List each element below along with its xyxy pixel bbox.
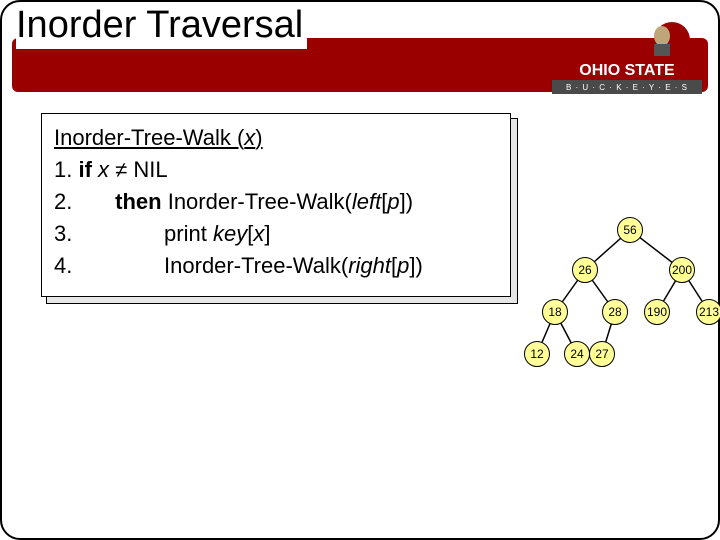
code-line-4: 4. Inorder-Tree-Walk(right[p]) bbox=[54, 250, 498, 282]
code-box-shadow: Inorder-Tree-Walk (x) 1. if x ≠ NIL 2. t… bbox=[46, 118, 518, 304]
svg-text:213: 213 bbox=[699, 305, 719, 319]
pseudocode: Inorder-Tree-Walk (x) 1. if x ≠ NIL 2. t… bbox=[41, 113, 511, 297]
tree-node-24: 24 bbox=[565, 342, 590, 367]
tree-node-28: 28 bbox=[603, 300, 628, 325]
code-line-3: 3. print key[x] bbox=[54, 218, 498, 250]
ohio-state-logo: OHIO STATE B · U · C · K · E · Y · E · S bbox=[552, 18, 702, 98]
tree-node-18: 18 bbox=[543, 300, 568, 325]
svg-text:56: 56 bbox=[623, 223, 637, 237]
slide-title: Inorder Traversal bbox=[16, 4, 307, 49]
tree-node-200: 200 bbox=[670, 258, 695, 283]
tree-node-56: 56 bbox=[618, 218, 643, 243]
tree-node-26: 26 bbox=[573, 258, 598, 283]
logo-main-text: OHIO STATE bbox=[579, 62, 675, 79]
svg-text:26: 26 bbox=[578, 263, 592, 277]
code-line-1: 1. if x ≠ NIL bbox=[54, 154, 498, 186]
tree-node-190: 190 bbox=[645, 300, 670, 325]
svg-text:28: 28 bbox=[608, 305, 622, 319]
svg-text:12: 12 bbox=[530, 347, 544, 361]
tree-node-27: 27 bbox=[590, 342, 615, 367]
code-line-2: 2. then Inorder-Tree-Walk(left[p]) bbox=[54, 186, 498, 218]
code-heading: Inorder-Tree-Walk (x) bbox=[54, 122, 498, 154]
svg-text:27: 27 bbox=[595, 347, 609, 361]
svg-text:18: 18 bbox=[548, 305, 562, 319]
svg-text:24: 24 bbox=[570, 347, 584, 361]
tree-node-12: 12 bbox=[525, 342, 550, 367]
tree-node-213: 213 bbox=[697, 300, 720, 325]
svg-text:190: 190 bbox=[647, 305, 667, 319]
logo-sub-text: B · U · C · K · E · Y · E · S bbox=[566, 83, 688, 92]
svg-text:200: 200 bbox=[672, 263, 692, 277]
slide: Inorder Traversal OHIO STATE B · U · C ·… bbox=[0, 0, 720, 540]
